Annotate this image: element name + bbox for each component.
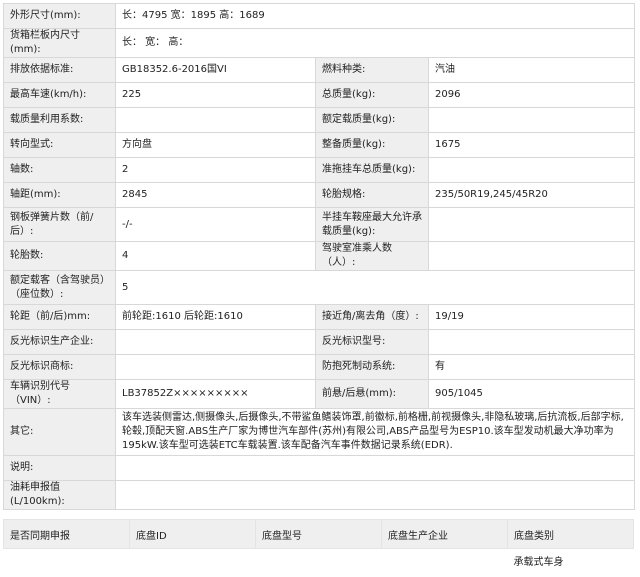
spec-value: -/- <box>116 208 316 242</box>
spec-label: 转向型式: <box>4 133 116 158</box>
chassis-cell <box>4 549 130 577</box>
chassis-header: 是否同期申报 <box>4 520 130 549</box>
spec-row: 钢板弹簧片数（前/后）: -/- 半挂车鞍座最大允许承载质量(kg): <box>4 208 635 242</box>
spec-row: 反光标识商标: 防抱死制动系统: 有 <box>4 355 635 380</box>
spec-value: 905/1045 <box>429 380 635 409</box>
spec-label: 轴距(mm): <box>4 183 116 208</box>
spec-value <box>429 208 635 242</box>
spec-value <box>116 481 635 510</box>
chassis-cell <box>382 549 508 577</box>
spec-value: 2845 <box>116 183 316 208</box>
spec-value: LB37852Z××××××××× <box>116 380 316 409</box>
chassis-table: 是否同期申报 底盘ID 底盘型号 底盘生产企业 底盘类别 承载式车身 <box>3 519 634 577</box>
spec-value <box>116 108 316 133</box>
spec-label: 额定载客（含驾驶员）（座位数）: <box>4 271 116 305</box>
spec-label: 准拖挂车总质量(kg): <box>316 158 429 183</box>
spec-value: 2 <box>116 158 316 183</box>
spec-value: 方向盘 <box>116 133 316 158</box>
spec-label: 驾驶室准乘人数（人）: <box>316 242 429 271</box>
spec-value: 1675 <box>429 133 635 158</box>
spec-label: 排放依据标准: <box>4 58 116 83</box>
spec-value: 长： 宽： 高： <box>116 29 635 58</box>
spec-label: 载质量利用系数: <box>4 108 116 133</box>
spec-value <box>116 330 316 355</box>
spec-label: 油耗申报值(L/100km): <box>4 481 116 510</box>
spec-value: 2096 <box>429 83 635 108</box>
spec-value <box>116 355 316 380</box>
spec-label: 轮胎规格: <box>316 183 429 208</box>
spec-row: 外形尺寸(mm): 长：4795 宽：1895 高：1689 <box>4 4 635 29</box>
spec-row: 轮胎数: 4 驾驶室准乘人数（人）: <box>4 242 635 271</box>
spec-value: 前轮距:1610 后轮距:1610 <box>116 305 316 330</box>
spec-label: 轮胎数: <box>4 242 116 271</box>
spec-value: 4 <box>116 242 316 271</box>
spec-label: 燃料种类: <box>316 58 429 83</box>
vehicle-spec-table: 外形尺寸(mm): 长：4795 宽：1895 高：1689 货箱栏板内尺寸(m… <box>3 3 635 510</box>
spec-label: 反光标识商标: <box>4 355 116 380</box>
spec-row: 油耗申报值(L/100km): <box>4 481 635 510</box>
spec-label: 说明: <box>4 456 116 481</box>
spec-row: 货箱栏板内尺寸(mm): 长： 宽： 高： <box>4 29 635 58</box>
spec-row: 载质量利用系数: 额定载质量(kg): <box>4 108 635 133</box>
chassis-cell <box>256 549 382 577</box>
spec-value <box>429 242 635 271</box>
chassis-header: 底盘ID <box>130 520 256 549</box>
chassis-cell <box>130 549 256 577</box>
spec-label: 轴数: <box>4 158 116 183</box>
spec-value: 有 <box>429 355 635 380</box>
spec-label: 整备质量(kg): <box>316 133 429 158</box>
spec-value: 汽油 <box>429 58 635 83</box>
spec-row: 其它: 该车选装侧雷达,侧摄像头,后摄像头,不带鲨鱼鳍装饰罩,前徽标,前格栅,前… <box>4 409 635 456</box>
spec-label: 最高车速(km/h): <box>4 83 116 108</box>
spec-value <box>429 330 635 355</box>
spec-row: 转向型式: 方向盘 整备质量(kg): 1675 <box>4 133 635 158</box>
spec-label: 反光标识生产企业: <box>4 330 116 355</box>
spec-value: 19/19 <box>429 305 635 330</box>
spec-value <box>429 108 635 133</box>
spec-label: 钢板弹簧片数（前/后）: <box>4 208 116 242</box>
spec-label: 半挂车鞍座最大允许承载质量(kg): <box>316 208 429 242</box>
spec-row: 额定载客（含驾驶员）（座位数）: 5 <box>4 271 635 305</box>
spec-label: 车辆识别代号（VIN）: <box>4 380 116 409</box>
spec-label: 反光标识型号: <box>316 330 429 355</box>
chassis-header: 底盘类别 <box>508 520 634 549</box>
spec-value: 225 <box>116 83 316 108</box>
spec-row: 轴距(mm): 2845 轮胎规格: 235/50R19,245/45R20 <box>4 183 635 208</box>
spec-value: 235/50R19,245/45R20 <box>429 183 635 208</box>
spec-label: 防抱死制动系统: <box>316 355 429 380</box>
spec-value <box>116 456 635 481</box>
spec-row: 轮距（前/后)mm: 前轮距:1610 后轮距:1610 接近角/离去角（度）:… <box>4 305 635 330</box>
spec-label: 总质量(kg): <box>316 83 429 108</box>
chassis-row: 承载式车身 <box>4 549 634 577</box>
spec-row: 车辆识别代号（VIN）: LB37852Z××××××××× 前悬/后悬(mm)… <box>4 380 635 409</box>
spec-label: 货箱栏板内尺寸(mm): <box>4 29 116 58</box>
spec-label: 接近角/离去角（度）: <box>316 305 429 330</box>
chassis-cell: 承载式车身 <box>508 549 634 577</box>
spec-value: GB18352.6-2016国VI <box>116 58 316 83</box>
chassis-header: 底盘型号 <box>256 520 382 549</box>
chassis-header: 底盘生产企业 <box>382 520 508 549</box>
chassis-header-row: 是否同期申报 底盘ID 底盘型号 底盘生产企业 底盘类别 <box>4 520 634 549</box>
spec-label: 前悬/后悬(mm): <box>316 380 429 409</box>
spec-value <box>429 158 635 183</box>
spec-row: 说明: <box>4 456 635 481</box>
spec-row: 排放依据标准: GB18352.6-2016国VI 燃料种类: 汽油 <box>4 58 635 83</box>
spec-value: 长：4795 宽：1895 高：1689 <box>116 4 635 29</box>
spec-value: 5 <box>116 271 635 305</box>
spec-label: 额定载质量(kg): <box>316 108 429 133</box>
spec-row: 最高车速(km/h): 225 总质量(kg): 2096 <box>4 83 635 108</box>
spec-label: 其它: <box>4 409 116 456</box>
spec-label: 轮距（前/后)mm: <box>4 305 116 330</box>
spec-label: 外形尺寸(mm): <box>4 4 116 29</box>
spec-row: 轴数: 2 准拖挂车总质量(kg): <box>4 158 635 183</box>
spec-value: 该车选装侧雷达,侧摄像头,后摄像头,不带鲨鱼鳍装饰罩,前徽标,前格栅,前视摄像头… <box>116 409 635 456</box>
spec-row: 反光标识生产企业: 反光标识型号: <box>4 330 635 355</box>
